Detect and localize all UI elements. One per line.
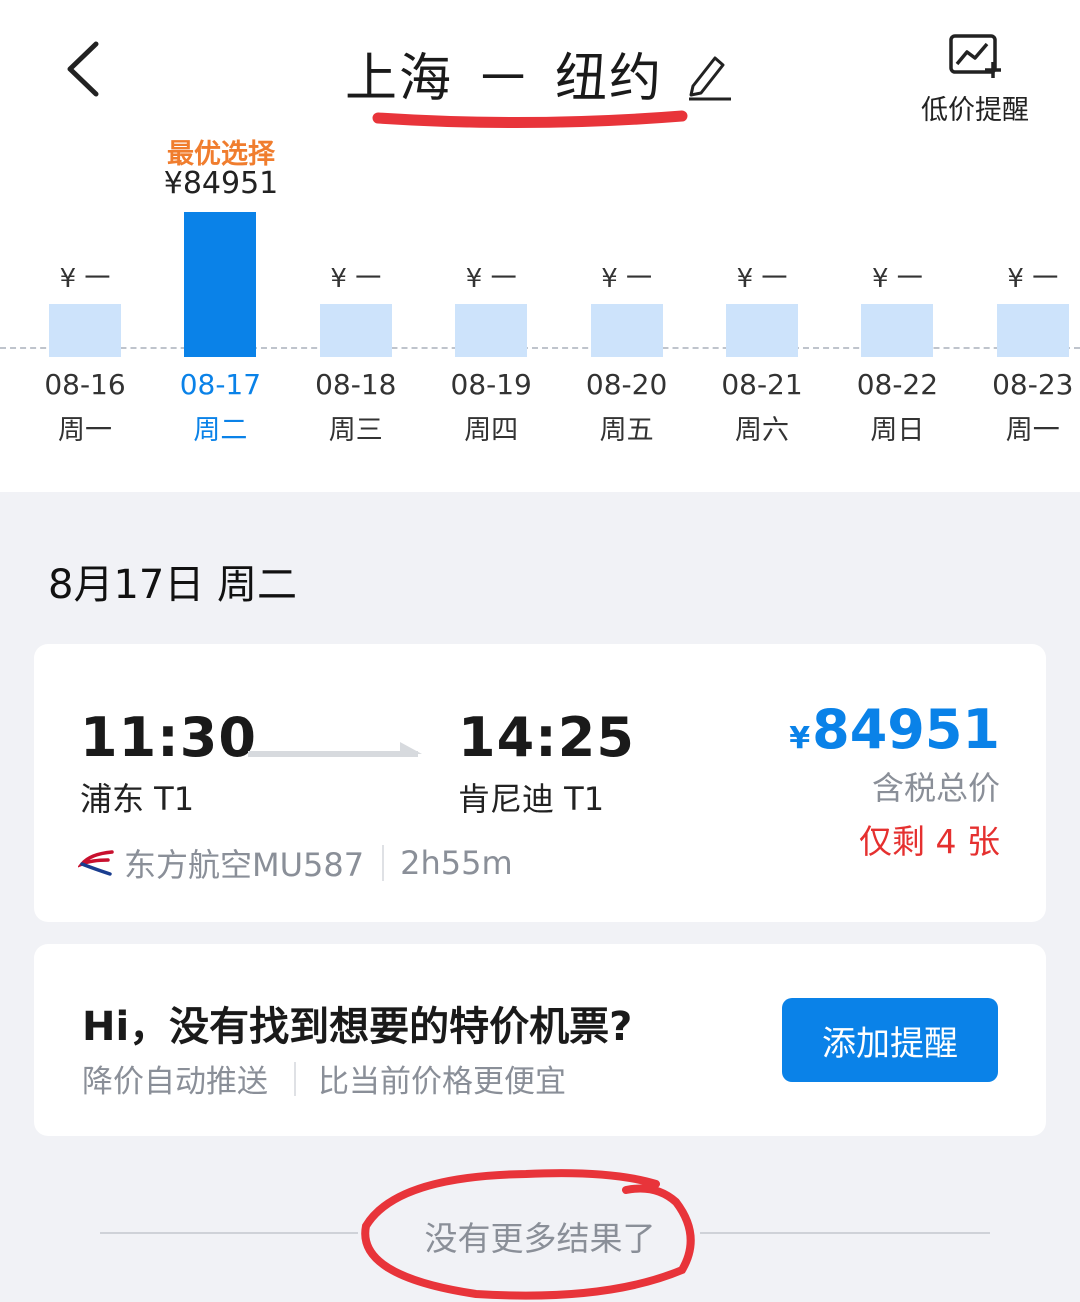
arrival-airport: 肯尼迪 T1: [458, 780, 605, 818]
ticket-price: ¥84951: [789, 698, 1000, 761]
day-date: 08-19: [450, 368, 532, 401]
date-option-08-23[interactable]: ¥ 一 08-23 周一: [962, 128, 1080, 458]
chevron-left-icon: [67, 41, 99, 97]
day-price: ¥ 一: [1007, 264, 1059, 294]
day-weekday: 周二: [193, 415, 248, 446]
price-calendar: 最优选择 ¥84951 ¥ 一 08-16 周一 08-17 周二 ¥ 一 08-18 周三 ¥…: [0, 128, 1080, 458]
price-bar: [861, 304, 934, 357]
date-option-08-20[interactable]: ¥ 一 08-20 周五: [556, 128, 698, 458]
price-bar: [726, 304, 798, 357]
date-option-08-21[interactable]: ¥ 一 08-21 周六: [691, 128, 833, 458]
day-weekday: 周一: [1005, 415, 1060, 446]
chart-alert-icon: [949, 34, 1001, 78]
low-price-alert-label: 低价提醒: [921, 95, 1029, 126]
origin-city: 上海: [344, 49, 453, 109]
promo-sub-push: 降价自动推送: [82, 1064, 268, 1100]
day-date: 08-21: [721, 368, 803, 401]
flight-arrow-icon: [248, 742, 422, 757]
price-alert-promo-card: Hi，没有找到想要的特价机票? 降价自动推送 比当前价格更便宜 添加提醒: [34, 944, 1046, 1136]
day-price: ¥ 一: [736, 264, 788, 294]
low-price-alert-button[interactable]: 低价提醒: [905, 30, 1045, 127]
china-eastern-logo-icon: [78, 850, 114, 876]
back-button[interactable]: [56, 36, 116, 102]
day-date: 08-23: [992, 368, 1074, 401]
arrival-time: 14:25: [458, 706, 635, 769]
route-separator: 一: [481, 52, 527, 104]
currency-symbol: ¥: [789, 721, 811, 756]
day-date: 08-18: [315, 368, 397, 401]
date-option-08-17[interactable]: 08-17 周二: [149, 128, 291, 458]
day-weekday: 周日: [870, 415, 925, 446]
day-price: ¥ 一: [59, 264, 111, 294]
day-price: ¥ 一: [871, 264, 923, 294]
edit-icon[interactable]: [685, 46, 735, 102]
day-price: ¥ 一: [465, 264, 517, 294]
day-weekday: 周六: [735, 415, 789, 446]
day-date: 08-22: [856, 368, 939, 401]
seats-remaining: 仅剩 4 张: [859, 822, 1000, 861]
date-option-08-16[interactable]: ¥ 一 08-16 周一: [14, 128, 156, 458]
day-price: ¥ 一: [601, 264, 652, 294]
promo-sub-cheaper: 比当前价格更便宜: [318, 1064, 566, 1100]
flight-card[interactable]: 11:30 浦东 T1 14:25 肯尼迪 T1 ¥84951 含税总价 仅剩 …: [34, 644, 1046, 922]
day-date: 08-20: [585, 368, 668, 401]
departure-airport: 浦东 T1: [80, 780, 195, 818]
route-editor[interactable]: 上海 一 纽约: [345, 36, 735, 111]
divider: [382, 845, 385, 881]
day-date: 08-17: [179, 368, 262, 401]
price-bar: [184, 212, 257, 357]
day-price: ¥ 一: [330, 264, 382, 294]
destination-city: 纽约: [555, 49, 664, 109]
airline-row: 东方航空MU587 2h55m: [78, 840, 513, 886]
price-bar: [49, 304, 121, 357]
add-alert-button[interactable]: 添加提醒: [782, 998, 998, 1082]
promo-title: Hi，没有找到想要的特价机票?: [82, 1004, 633, 1050]
price-bar: [319, 304, 392, 357]
day-date: 08-16: [44, 368, 126, 401]
date-option-08-19[interactable]: ¥ 一 08-19 周四: [420, 128, 562, 458]
price-bar: [996, 304, 1069, 357]
price-bar: [455, 304, 528, 357]
day-weekday: 周四: [464, 415, 519, 446]
departure-time: 11:30: [80, 706, 257, 769]
airline-flight-number: 东方航空MU587: [124, 846, 365, 884]
price-note: 含税总价: [871, 769, 1000, 807]
flight-duration: 2h55m: [400, 844, 513, 882]
day-weekday: 周五: [599, 415, 654, 446]
date-option-08-22[interactable]: ¥ 一 08-22 周日: [826, 128, 968, 458]
price-bar: [590, 304, 663, 357]
divider: [294, 1061, 296, 1096]
day-weekday: 周三: [328, 415, 383, 446]
red-circle-annotation: [361, 1169, 695, 1300]
price-box: ¥84951 含税总价 仅剩 4 张: [789, 698, 1000, 863]
promo-subtitle: 降价自动推送 比当前价格更便宜: [82, 1056, 566, 1101]
price-value: 84951: [812, 698, 1000, 761]
day-weekday: 周一: [58, 415, 112, 446]
selected-date-heading: 8月17日 周二: [48, 562, 298, 608]
date-option-08-18[interactable]: ¥ 一 08-18 周三: [285, 128, 427, 458]
